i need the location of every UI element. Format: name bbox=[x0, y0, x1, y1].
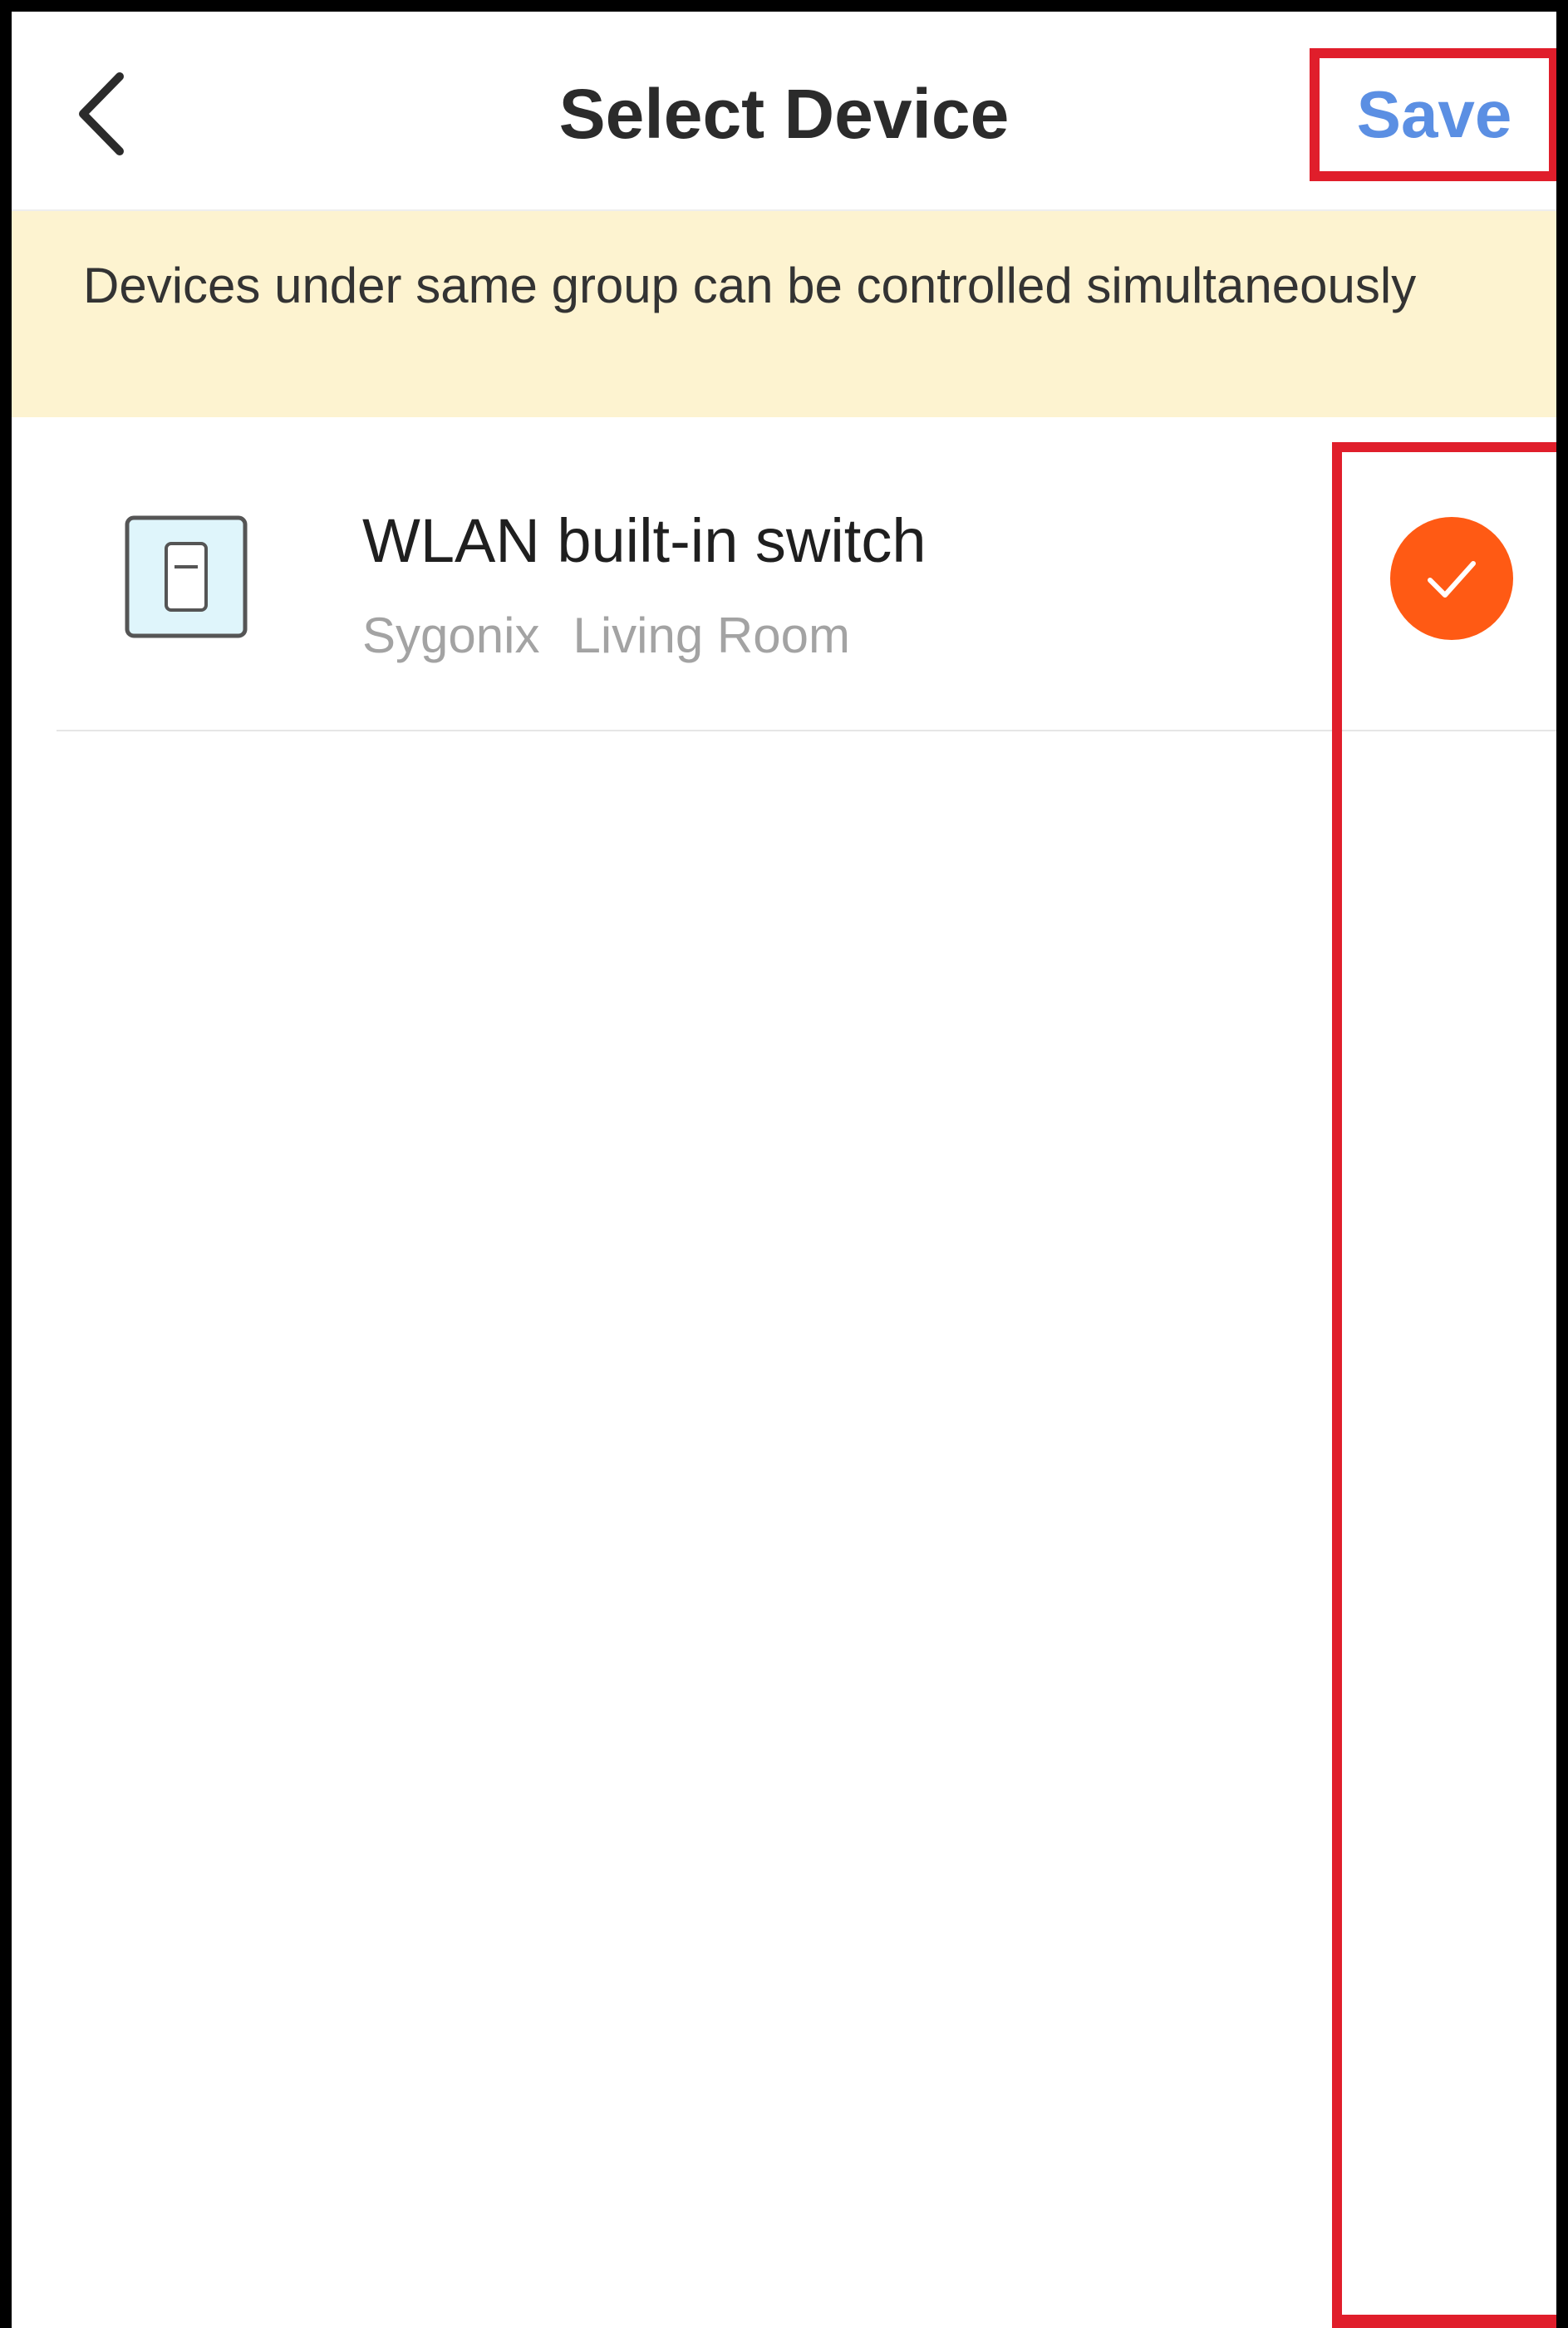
top-bar: Select Device Save bbox=[0, 0, 1568, 211]
device-name: WLAN built-in switch bbox=[362, 506, 927, 575]
checkmark-icon bbox=[1428, 561, 1476, 598]
row-divider bbox=[57, 730, 1556, 731]
wall-switch-icon bbox=[125, 515, 248, 638]
device-brand: Sygonix bbox=[362, 608, 540, 663]
selected-checkbox[interactable] bbox=[1390, 517, 1513, 640]
info-banner: Devices under same group can be controll… bbox=[0, 211, 1568, 417]
device-details: Sygonix Living Room bbox=[362, 598, 850, 673]
device-list-item[interactable]: WLAN built-in switch Sygonix Living Room bbox=[0, 417, 1568, 731]
banner-text: Devices under same group can be controll… bbox=[83, 258, 1417, 313]
save-button[interactable]: Save bbox=[1310, 48, 1559, 181]
device-room: Living Room bbox=[573, 608, 850, 663]
